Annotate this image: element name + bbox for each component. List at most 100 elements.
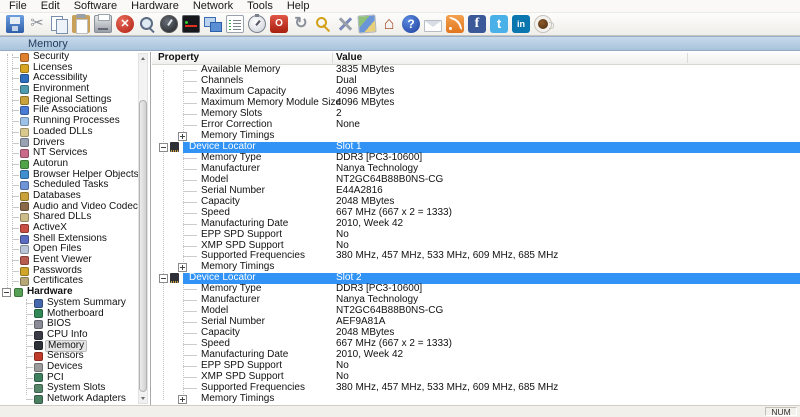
column-header-value[interactable]: Value (336, 52, 362, 64)
sidebar-item-motherboard[interactable]: Motherboard (0, 309, 150, 320)
tools-button[interactable] (334, 14, 356, 35)
key-button[interactable] (312, 14, 334, 35)
sidebar-item-cpu-info[interactable]: CPU Info (0, 330, 150, 341)
device-locator-row[interactable]: Device LocatorSlot 1 (152, 142, 800, 153)
scrollbar-thumb[interactable] (139, 100, 147, 392)
sidebar-item-security[interactable]: Security (0, 52, 150, 63)
search-button[interactable] (136, 14, 158, 35)
scrollbar-up-arrow-icon[interactable] (139, 54, 147, 63)
cut-button[interactable]: ✂ (26, 14, 48, 35)
table-row[interactable]: Manufacturing Date2010, Week 42 (152, 219, 800, 230)
sidebar-tree: SecurityLicensesAccessibilityEnvironment… (0, 52, 151, 405)
table-row[interactable]: Serial NumberAEF9A81A (152, 317, 800, 328)
expand-plus-icon[interactable] (178, 132, 187, 141)
help-button[interactable]: ? (400, 14, 422, 35)
table-row[interactable]: ManufacturerNanya Technology (152, 164, 800, 175)
sidebar-item-system-summary[interactable]: System Summary (0, 298, 150, 309)
sidebar-item-certificates[interactable]: Certificates (0, 276, 150, 287)
sidebar-item-audio-and-video-codecs[interactable]: Audio and Video Codecs (0, 202, 150, 213)
table-row[interactable]: Capacity2048 MBytes (152, 328, 800, 339)
sidebar-item-autorun[interactable]: Autorun (0, 159, 150, 170)
sidebar-item-databases[interactable]: Databases (0, 191, 150, 202)
network-button[interactable] (202, 14, 224, 35)
report-button[interactable] (224, 14, 246, 35)
refresh-button[interactable]: ↻ (290, 14, 312, 35)
memory-icon (34, 341, 43, 350)
menu-file[interactable]: File (2, 0, 34, 13)
sidebar-item-environment[interactable]: Environment (0, 84, 150, 95)
sidebar-item-event-viewer[interactable]: Event Viewer (0, 255, 150, 266)
expand-plus-icon[interactable] (178, 263, 187, 272)
scrollbar-down-arrow-icon[interactable] (139, 394, 147, 403)
tree-scrollbar[interactable] (138, 53, 148, 404)
benchmark-button[interactable] (158, 14, 180, 35)
column-divider[interactable] (687, 53, 688, 63)
twitter-button[interactable]: t (488, 14, 510, 35)
stop-button[interactable]: ✕ (114, 14, 136, 35)
sidebar-item-drivers[interactable]: Drivers (0, 138, 150, 149)
sidebar-item-system-slots[interactable]: System Slots (0, 383, 150, 394)
property-value: 380 MHz, 457 MHz, 533 MHz, 609 MHz, 685 … (336, 383, 558, 394)
linkedin-button[interactable]: in (510, 14, 532, 35)
copy-button[interactable] (48, 14, 70, 35)
expand-plus-icon[interactable] (178, 395, 187, 404)
table-row[interactable]: ManufacturerNanya Technology (152, 295, 800, 306)
sidebar-item-devices[interactable]: Devices (0, 362, 150, 373)
sidebar-item-pci[interactable]: PCI (0, 373, 150, 384)
shutdown-button[interactable]: O (268, 14, 290, 35)
sidebar-item-network-adapters[interactable]: Network Adapters (0, 394, 150, 405)
devices-icon (34, 363, 43, 372)
rss-button[interactable] (444, 14, 466, 35)
selected-row-highlight (183, 142, 800, 153)
collapse-minus-icon[interactable] (159, 143, 168, 152)
system-summary-icon (34, 299, 43, 308)
table-row[interactable]: Available Memory3835 MBytes (152, 65, 800, 76)
column-divider[interactable] (332, 53, 333, 63)
sidebar-item-memory[interactable]: Memory (0, 341, 150, 352)
table-row[interactable]: EPP SPD SupportNo (152, 230, 800, 241)
sidebar-item-passwords[interactable]: Passwords (0, 266, 150, 277)
home-button[interactable]: ⌂ (378, 14, 400, 35)
sidebar-item-bios[interactable]: BIOS (0, 319, 150, 330)
collapse-minus-icon[interactable] (159, 274, 168, 283)
sidebar-item-shared-dlls[interactable]: Shared DLLs (0, 212, 150, 223)
stopwatch-button[interactable] (246, 14, 268, 35)
table-row[interactable]: Memory Timings (152, 394, 800, 405)
menu-hardware[interactable]: Hardware (124, 0, 186, 13)
sidebar-item-sensors[interactable]: Sensors (0, 351, 150, 362)
sidebar-item-file-associations[interactable]: File Associations (0, 105, 150, 116)
sidebar-item-scheduled-tasks[interactable]: Scheduled Tasks (0, 180, 150, 191)
map-button[interactable] (356, 14, 378, 35)
sidebar-item-browser-helper-objects[interactable]: Browser Helper Objects (0, 170, 150, 181)
paste-button[interactable] (70, 14, 92, 35)
save-button[interactable] (4, 14, 26, 35)
sidebar-item-nt-services[interactable]: NT Services (0, 148, 150, 159)
sidebar-item-licenses[interactable]: Licenses (0, 63, 150, 74)
table-row[interactable]: ModelNT2GC64B88B0NS-CG (152, 175, 800, 186)
sidebar-item-activex[interactable]: ActiveX (0, 223, 150, 234)
menu-help[interactable]: Help (280, 0, 317, 13)
sidebar-item-hardware[interactable]: Hardware (0, 287, 150, 298)
menu-tools[interactable]: Tools (240, 0, 280, 13)
menu-network[interactable]: Network (186, 0, 240, 13)
collapse-expander-icon[interactable] (2, 288, 11, 297)
sidebar-item-regional-settings[interactable]: Regional Settings (0, 95, 150, 106)
table-row[interactable]: Capacity2048 MBytes (152, 197, 800, 208)
sidebar-item-shell-extensions[interactable]: Shell Extensions (0, 234, 150, 245)
menu-software[interactable]: Software (67, 0, 124, 13)
column-header-property[interactable]: Property (158, 52, 199, 64)
table-row[interactable]: Serial NumberE44A2816 (152, 186, 800, 197)
sidebar-item-accessibility[interactable]: Accessibility (0, 73, 150, 84)
coffee-button[interactable] (532, 14, 554, 35)
sidebar-item-running-processes[interactable]: Running Processes (0, 116, 150, 127)
sidebar-item-loaded-dlls[interactable]: Loaded DLLs (0, 127, 150, 138)
print-button[interactable] (92, 14, 114, 35)
sidebar-item-open-files[interactable]: Open Files (0, 244, 150, 255)
facebook-button[interactable]: f (466, 14, 488, 35)
device-locator-row[interactable]: Device LocatorSlot 2 (152, 273, 800, 284)
monitor-button[interactable] (180, 14, 202, 35)
mail-button[interactable] (422, 14, 444, 35)
table-row[interactable]: Speed667 MHz (667 x 2 = 1333) (152, 208, 800, 219)
property-value: 2048 MBytes (336, 197, 394, 208)
menu-edit[interactable]: Edit (34, 0, 67, 13)
